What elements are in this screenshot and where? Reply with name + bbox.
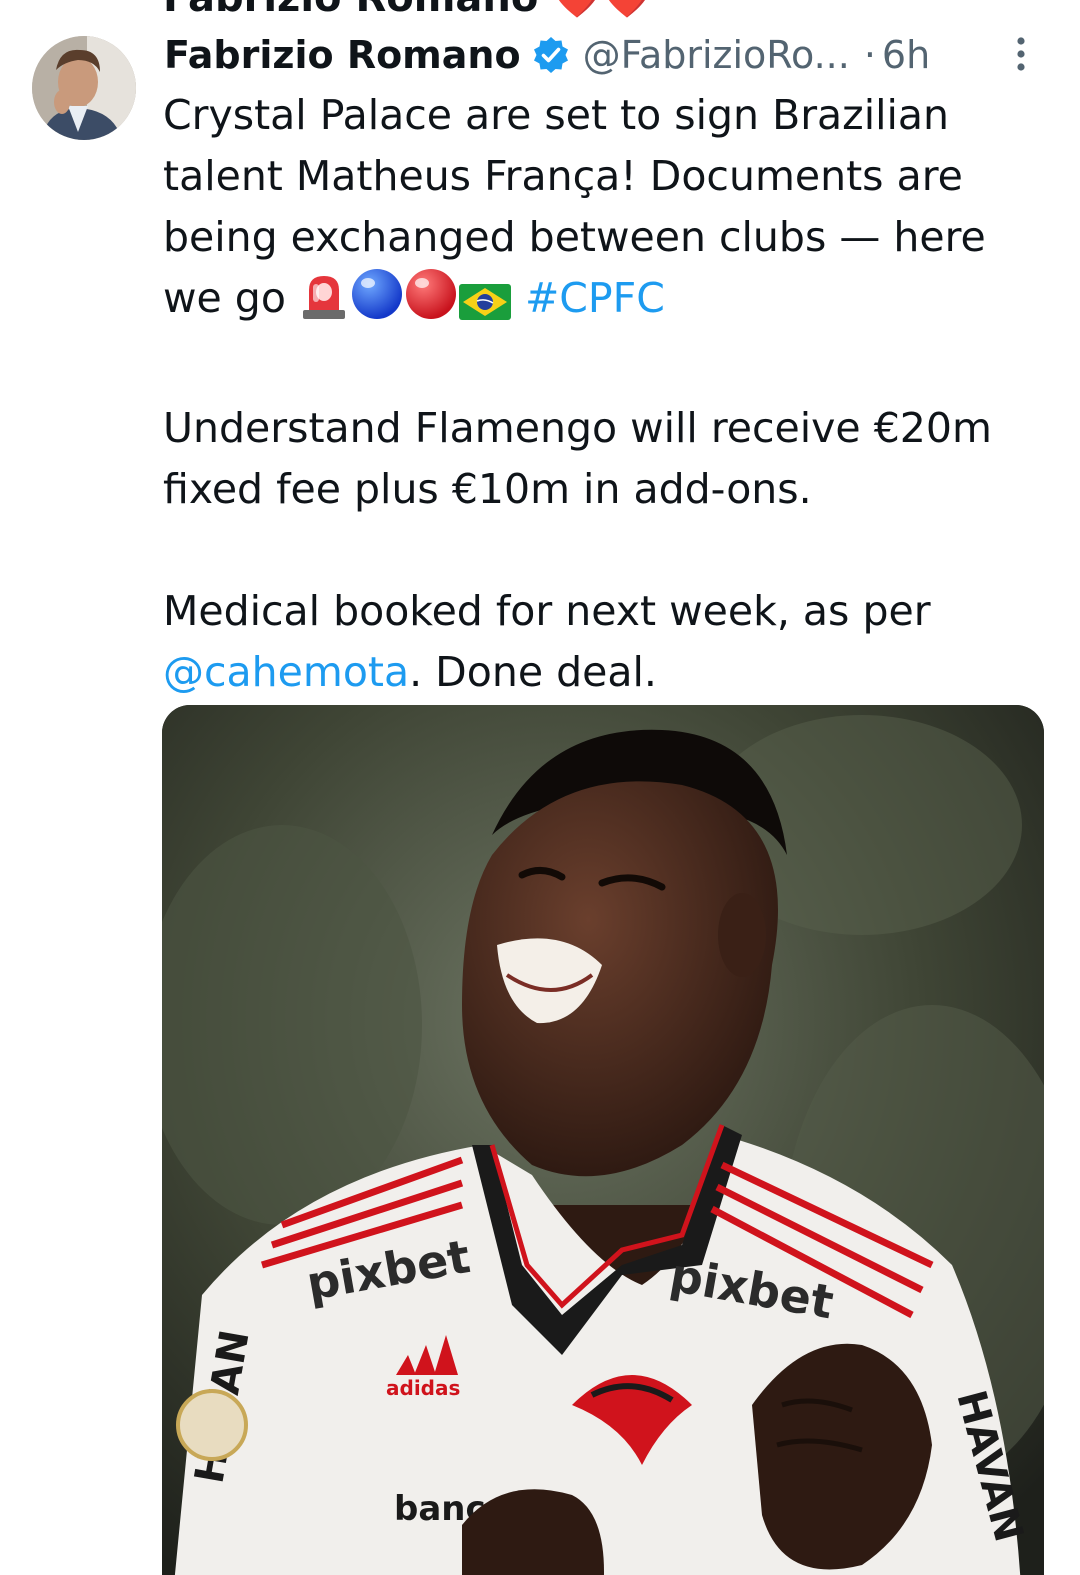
player-photo: pixbet pixbet adidas HAVAN HAVAN banc — [162, 705, 1044, 1575]
tweet-media-image[interactable]: pixbet pixbet adidas HAVAN HAVAN banc — [162, 705, 1044, 1575]
mention-link[interactable]: @cahemota — [163, 648, 409, 696]
handle[interactable]: @FabrizioRo... — [583, 33, 850, 77]
tweet-text: Crystal Palace are set to sign Brazilian… — [163, 85, 1043, 703]
tweet-paragraph-3: Medical booked for next week, as per @ca… — [163, 581, 1043, 703]
tweet-paragraph-2: Understand Flamengo will receive €20m fi… — [163, 404, 992, 513]
tweet-paragraph-3-end: . Done deal. — [409, 648, 657, 696]
avatar-image — [32, 36, 136, 140]
kit-brand: adidas — [386, 1376, 460, 1400]
blue-circle-emoji — [351, 268, 403, 337]
tweet-paragraph-3-text: Medical booked for next week, as per — [163, 587, 931, 635]
display-name[interactable]: Fabrizio Romano — [164, 33, 521, 77]
brazil-flag-emoji — [458, 276, 511, 337]
verified-badge-icon — [531, 35, 571, 75]
separator-dot: · — [863, 33, 876, 77]
avatar[interactable] — [32, 36, 136, 140]
more-vertical-icon[interactable] — [1008, 34, 1034, 74]
tweet-paragraph-1: Crystal Palace are set to sign Brazilian… — [163, 85, 1043, 337]
tweet-screen: Fabrizio Romano ❤️❤️ Fabrizio Romano @Fa… — [0, 0, 1080, 1575]
red-circle-emoji — [405, 268, 457, 337]
previous-tweet-clipped-text: Fabrizio Romano ❤️❤️ — [163, 0, 652, 21]
tweet-header: Fabrizio Romano @FabrizioRo... · 6h — [164, 28, 930, 82]
timestamp[interactable]: 6h — [882, 33, 930, 77]
siren-emoji — [299, 272, 349, 337]
hashtag-link[interactable]: #CPFC — [525, 274, 665, 322]
